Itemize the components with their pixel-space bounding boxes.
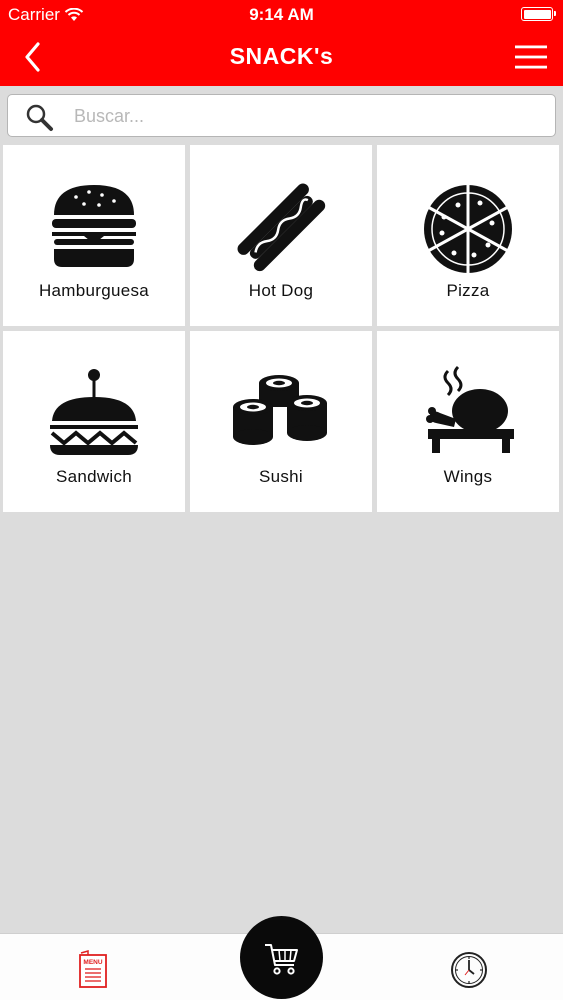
- category-grid: Hamburguesa Hot Dog Pizza Sandwich Sushi…: [3, 145, 560, 512]
- category-label: Hamburguesa: [38, 281, 150, 300]
- search-icon: [26, 104, 53, 131]
- page-title: SNACK's: [229, 43, 334, 69]
- hamburger-menu-icon: [515, 45, 547, 69]
- search-input[interactable]: [74, 103, 534, 129]
- burger-icon: [52, 185, 136, 267]
- search-bar: [0, 86, 563, 144]
- category-tile-sandwich[interactable]: Sandwich: [3, 331, 185, 512]
- nav-bar: SNACK's: [0, 28, 563, 86]
- category-tile-sushi[interactable]: Sushi: [190, 331, 372, 512]
- menu-button[interactable]: [513, 40, 549, 74]
- tab-menu-button[interactable]: MENU: [76, 949, 112, 989]
- cart-icon: [264, 943, 298, 975]
- category-tile-hot-dog[interactable]: Hot Dog: [190, 145, 372, 326]
- cart-button[interactable]: [240, 916, 323, 999]
- category-tile-pizza[interactable]: Pizza: [377, 145, 559, 326]
- category-tile-hamburguesa[interactable]: Hamburguesa: [3, 145, 185, 326]
- category-tile-wings[interactable]: Wings: [377, 331, 559, 512]
- category-label: Wings: [443, 467, 493, 486]
- pizza-icon: [424, 183, 512, 275]
- category-label: Sushi: [258, 467, 304, 486]
- menu-card-text: MENU: [83, 959, 102, 966]
- roast-chicken-icon: [426, 365, 514, 453]
- clock-icon: [451, 952, 487, 988]
- hotdog-icon: [237, 183, 326, 272]
- status-bar: Carrier 9:14 AM: [0, 0, 563, 28]
- tab-clock-button[interactable]: [449, 950, 489, 990]
- battery-icon: [521, 7, 556, 21]
- search-box[interactable]: [7, 94, 556, 137]
- sushi-icon: [233, 375, 327, 445]
- category-label: Hot Dog: [248, 281, 314, 300]
- status-time: 9:14 AM: [249, 5, 314, 24]
- menu-card-icon: MENU: [79, 950, 107, 988]
- category-label: Sandwich: [55, 467, 133, 486]
- tab-bar: MENU: [0, 916, 563, 1000]
- sandwich-icon: [50, 369, 138, 455]
- category-label: Pizza: [446, 281, 490, 300]
